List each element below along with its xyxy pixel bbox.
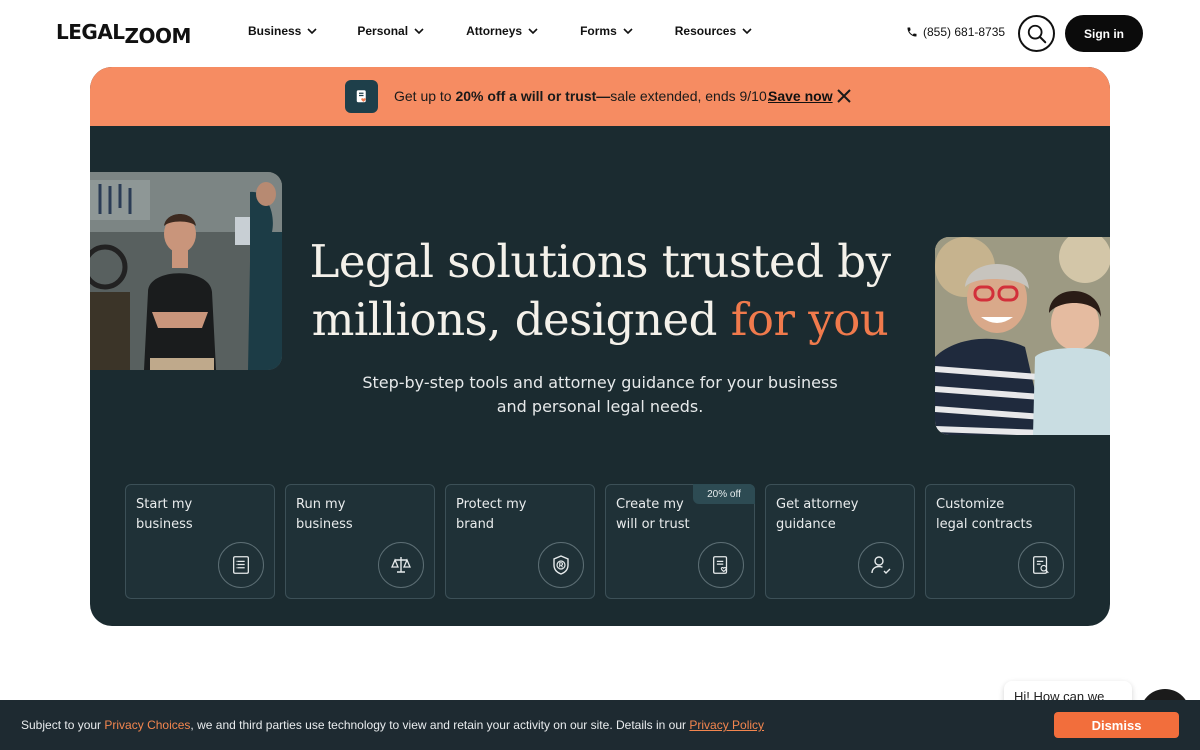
card-label-line1: Create my — [616, 497, 684, 512]
nav-label: Business — [248, 24, 302, 38]
privacy-policy-link[interactable]: Privacy Policy — [689, 718, 764, 732]
save-now-link[interactable]: Save now — [768, 88, 833, 104]
document-heart-icon — [698, 542, 744, 588]
will-document-icon — [345, 80, 378, 113]
card-label-line1: Customize — [936, 497, 1005, 512]
main-nav: Business Personal Attorneys Forms Resour… — [248, 24, 794, 38]
nav-label: Forms — [580, 24, 617, 38]
card-label-line2: business — [296, 517, 353, 532]
card-create-will-trust[interactable]: 20% off Create my will or trust — [605, 484, 755, 599]
card-label-line2: will or trust — [616, 517, 690, 532]
cookie-consent-bar: Subject to your Privacy Choices, we and … — [0, 700, 1200, 750]
phone-number: (855) 681-8735 — [923, 25, 1006, 39]
card-label: Get attorney guidance — [776, 495, 906, 535]
card-start-business[interactable]: Start my business — [125, 484, 275, 599]
nav-item-attorneys[interactable]: Attorneys — [466, 24, 538, 38]
hero-subhead: Step-by-step tools and attorney guidance… — [362, 373, 838, 416]
phone-link[interactable]: (855) 681-8735 — [906, 25, 1005, 39]
person-check-icon — [858, 542, 904, 588]
hero-headline: Legal solutions trusted by millions, des… — [270, 233, 930, 349]
card-label: Protect my brand — [456, 495, 586, 535]
document-search-icon — [1018, 542, 1064, 588]
dismiss-button[interactable]: Dismiss — [1054, 712, 1179, 738]
card-label-line1: Run my — [296, 497, 346, 512]
logo-text-zoom: ZOOM — [124, 24, 192, 48]
cookie-text-a: Subject to your — [21, 718, 105, 732]
sign-in-button[interactable]: Sign in — [1065, 15, 1143, 52]
nav-item-business[interactable]: Business — [248, 24, 317, 38]
page: LEGALZOOM Business Personal Attorneys Fo… — [0, 0, 1200, 750]
privacy-choices-link[interactable]: Privacy Choices — [104, 718, 190, 732]
card-label: Create my will or trust — [616, 495, 746, 535]
close-icon[interactable] — [837, 89, 851, 103]
site-header: LEGALZOOM Business Personal Attorneys Fo… — [0, 0, 1200, 66]
headline-accent: for you — [730, 293, 889, 346]
document-list-icon — [218, 542, 264, 588]
nav-item-forms[interactable]: Forms — [580, 24, 633, 38]
card-attorney-guidance[interactable]: Get attorney guidance — [765, 484, 915, 599]
promo-text-bold: 20% off a will or trust— — [455, 88, 611, 104]
scales-icon — [378, 542, 424, 588]
chevron-down-icon — [623, 28, 633, 35]
nav-label: Personal — [357, 24, 409, 38]
search-icon — [1027, 24, 1046, 43]
phone-icon — [907, 27, 917, 37]
chevron-down-icon — [528, 28, 538, 35]
card-label-line2: guidance — [776, 517, 836, 532]
nav-label: Resources — [674, 24, 737, 38]
promo-banner: Get up to 20% off a will or trust—sale e… — [90, 67, 1110, 126]
promo-text-suffix: sale extended, ends 9/10. — [610, 88, 771, 104]
card-label-line1: Get attorney — [776, 497, 859, 512]
chevron-down-icon — [307, 28, 317, 35]
chevron-down-icon — [414, 28, 424, 35]
service-cards: Start my business Run my business Protect … — [125, 484, 1075, 599]
card-label-line1: Protect my — [456, 497, 527, 512]
logo-text-legal: LEGAL — [56, 20, 125, 44]
card-customize-contracts[interactable]: Customize legal contracts — [925, 484, 1075, 599]
card-label: Run my business — [296, 495, 426, 535]
card-label: Start my business — [136, 495, 266, 535]
card-protect-brand[interactable]: Protect my brand — [445, 484, 595, 599]
promo-text-prefix: Get up to — [394, 88, 456, 104]
shield-registered-icon — [538, 542, 584, 588]
card-label-line1: Start my — [136, 497, 193, 512]
nav-item-personal[interactable]: Personal — [357, 24, 424, 38]
headline-line1: Legal solutions trusted by — [309, 235, 891, 288]
card-label: Customize legal contracts — [936, 495, 1066, 535]
card-run-business[interactable]: Run my business — [285, 484, 435, 599]
promo-text: Get up to 20% off a will or trust—sale e… — [394, 88, 771, 104]
search-button[interactable] — [1018, 15, 1055, 52]
hero-section: Get up to 20% off a will or trust—sale e… — [90, 67, 1110, 626]
cookie-text-b: , we and third parties use technology to… — [190, 718, 690, 732]
headline-line2: millions, designed — [311, 293, 731, 346]
nav-item-resources[interactable]: Resources — [675, 24, 752, 38]
chevron-down-icon — [742, 28, 752, 35]
hero-photo-workshop — [90, 172, 282, 370]
card-label-line2: brand — [456, 517, 495, 532]
card-label-line2: legal contracts — [936, 517, 1033, 532]
nav-label: Attorneys — [466, 24, 523, 38]
cookie-text: Subject to your Privacy Choices, we and … — [21, 718, 764, 732]
legalzoom-logo[interactable]: LEGALZOOM — [56, 20, 191, 48]
hero-photo-family — [935, 237, 1110, 435]
card-label-line2: business — [136, 517, 193, 532]
